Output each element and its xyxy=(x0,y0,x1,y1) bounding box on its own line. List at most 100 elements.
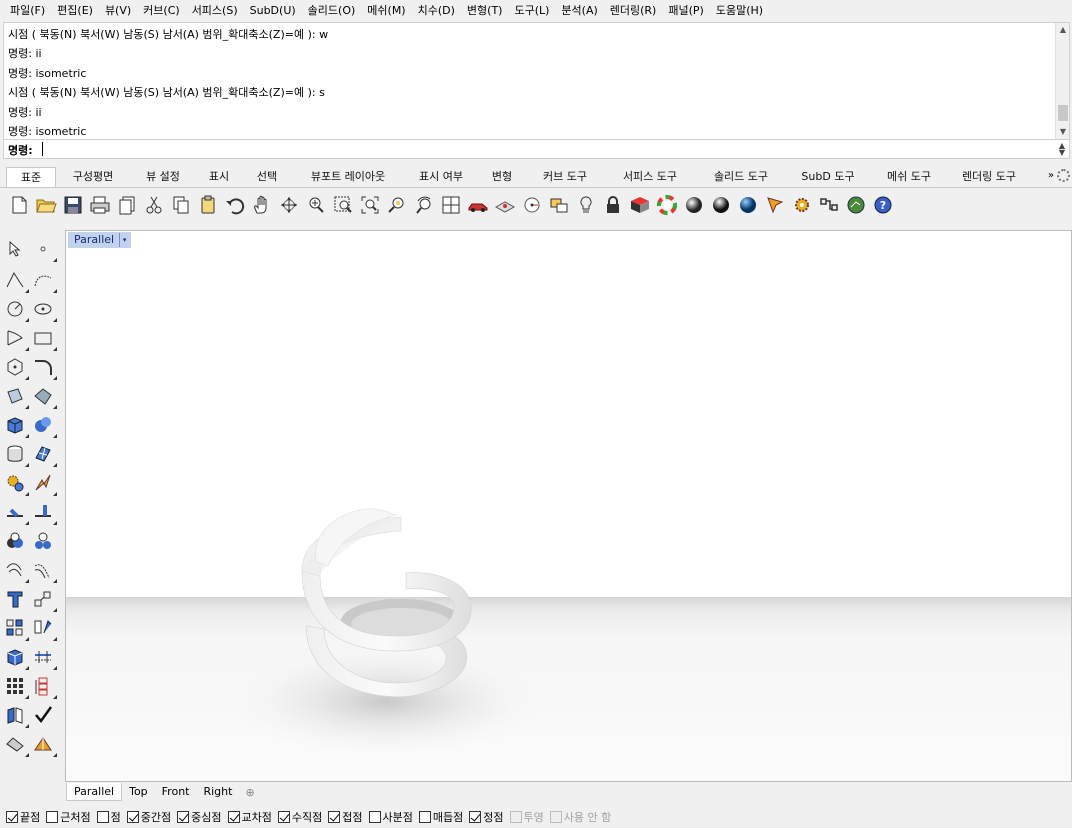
osnap-checkbox[interactable] xyxy=(368,811,381,823)
menu-file[interactable]: 파일(F) xyxy=(4,0,51,21)
grid-snap-icon[interactable] xyxy=(4,675,29,699)
help-icon[interactable]: ? xyxy=(872,194,894,216)
osnap-checkbox[interactable] xyxy=(227,811,240,823)
curve-icon[interactable] xyxy=(32,269,57,293)
osnap-checkbox[interactable] xyxy=(96,811,109,823)
tab-transform[interactable]: 변형 xyxy=(478,167,526,187)
lock-icon[interactable] xyxy=(602,194,624,216)
explode-icon[interactable] xyxy=(32,472,57,496)
ellipse-icon[interactable] xyxy=(32,298,57,322)
tab-solid-tools[interactable]: 솔리드 도구 xyxy=(696,167,786,187)
osnap-checkbox[interactable] xyxy=(328,811,341,823)
add-viewtab-icon[interactable]: ⊕ xyxy=(239,786,254,799)
spiral-model[interactable] xyxy=(66,231,1072,782)
zoom-window-icon[interactable] xyxy=(332,194,354,216)
color-wheel-icon[interactable] xyxy=(656,194,678,216)
command-line[interactable]: 명령: ▲ ▼ xyxy=(3,139,1070,159)
gear-icon[interactable] xyxy=(4,472,29,496)
osnap-near[interactable]: 근처점 xyxy=(46,809,91,825)
osnap-checkbox[interactable] xyxy=(177,811,190,823)
globe-icon[interactable] xyxy=(845,194,867,216)
rendered-sphere-icon[interactable] xyxy=(710,194,732,216)
menu-view[interactable]: 뷰(V) xyxy=(99,0,137,21)
menu-solid[interactable]: 솔리드(O) xyxy=(302,0,362,21)
tab-curve-tools[interactable]: 커브 도구 xyxy=(526,167,604,187)
car-icon[interactable] xyxy=(467,194,489,216)
viewtab-right[interactable]: Right xyxy=(196,783,239,801)
point-icon[interactable] xyxy=(32,238,57,262)
osnap-end[interactable]: 끝점 xyxy=(6,809,40,825)
menu-panels[interactable]: 패널(P) xyxy=(662,0,709,21)
mirror-icon[interactable] xyxy=(32,617,57,641)
osnap-checkbox[interactable] xyxy=(46,811,59,823)
circle-icon[interactable] xyxy=(4,298,29,322)
shaded-sphere-icon[interactable] xyxy=(683,194,705,216)
boolean-union-icon[interactable] xyxy=(4,530,26,552)
options-gear-icon[interactable] xyxy=(791,194,813,216)
polyline-icon[interactable] xyxy=(4,269,29,293)
osnap-point[interactable]: 점 xyxy=(96,809,121,825)
text-icon[interactable] xyxy=(4,588,26,610)
transform-icon[interactable] xyxy=(4,704,29,728)
osnap-tangent[interactable]: 접점 xyxy=(328,809,363,825)
menu-surface[interactable]: 서피스(S) xyxy=(186,0,244,21)
polygon-icon[interactable] xyxy=(4,356,29,380)
render-icon[interactable] xyxy=(764,194,786,216)
viewtab-parallel[interactable]: Parallel xyxy=(66,783,123,801)
copy-icon[interactable] xyxy=(170,194,192,216)
command-history-scrollbar[interactable]: ▲ ▼ xyxy=(1055,23,1069,139)
osnap-quadrant[interactable]: 사분점 xyxy=(368,809,413,825)
osnap-checkbox[interactable] xyxy=(469,811,482,823)
check-icon[interactable] xyxy=(32,704,54,726)
tab-visibility[interactable]: 표시 여부 xyxy=(404,167,478,187)
tab-subd-tools[interactable]: SubD 도구 xyxy=(786,167,870,187)
scroll-thumb[interactable] xyxy=(1058,105,1068,121)
four-viewports-icon[interactable] xyxy=(440,194,462,216)
osnap-mid[interactable]: 중간점 xyxy=(126,809,171,825)
menu-curve[interactable]: 커브(C) xyxy=(137,0,186,21)
osnap-checkbox[interactable] xyxy=(277,811,290,823)
paint-icon[interactable] xyxy=(4,733,29,757)
viewport-parallel[interactable]: Parallel ▾ xyxy=(65,230,1072,782)
named-view-icon[interactable] xyxy=(521,194,543,216)
menu-dimension[interactable]: 치수(D) xyxy=(412,0,461,21)
layers-icon[interactable] xyxy=(548,194,570,216)
new-icon[interactable] xyxy=(8,194,30,216)
tab-surface-tools[interactable]: 서피스 도구 xyxy=(604,167,696,187)
scroll-down-icon[interactable]: ▼ xyxy=(1056,125,1070,139)
blend-icon[interactable] xyxy=(32,559,57,583)
viewport-menu-dropdown-icon[interactable]: ▾ xyxy=(119,233,129,247)
tabs-gear-icon[interactable] xyxy=(1057,169,1070,182)
rectangle-icon[interactable] xyxy=(32,327,57,351)
save-icon[interactable] xyxy=(62,194,84,216)
viewtab-top[interactable]: Top xyxy=(122,783,155,801)
tab-render-tools[interactable]: 렌더링 도구 xyxy=(948,167,1030,187)
osnap-intersection[interactable]: 교차점 xyxy=(227,809,272,825)
scroll-up-icon[interactable]: ▲ xyxy=(1056,23,1070,37)
menu-help[interactable]: 도움말(H) xyxy=(710,0,769,21)
boolean-split-icon[interactable] xyxy=(32,530,54,552)
osnap-perpendicular[interactable]: 수직점 xyxy=(277,809,322,825)
sphere-icon[interactable] xyxy=(32,414,57,438)
trim-icon[interactable] xyxy=(32,501,57,525)
array-icon[interactable] xyxy=(4,617,29,641)
cylinder-icon[interactable] xyxy=(4,443,29,467)
arc-icon[interactable] xyxy=(4,327,29,351)
zoom-dynamic-icon[interactable] xyxy=(305,194,327,216)
osnap-checkbox[interactable] xyxy=(509,811,522,823)
pan-icon[interactable] xyxy=(251,194,273,216)
menu-subd[interactable]: SubD(U) xyxy=(244,0,302,21)
tab-display[interactable]: 표시 xyxy=(196,167,242,187)
paste-icon[interactable] xyxy=(197,194,219,216)
osnap-vertex[interactable]: 정점 xyxy=(469,809,504,825)
menu-analyze[interactable]: 분석(A) xyxy=(555,0,603,21)
open-icon[interactable] xyxy=(35,194,57,216)
box-icon[interactable] xyxy=(4,414,29,438)
tab-set-view[interactable]: 뷰 설정 xyxy=(130,167,196,187)
surface-icon[interactable] xyxy=(4,385,29,409)
zoom-selected-icon[interactable] xyxy=(386,194,408,216)
construction-plane-icon[interactable] xyxy=(494,194,516,216)
split-icon[interactable] xyxy=(4,501,29,525)
osnap-disable[interactable]: 사용 안 함 xyxy=(549,809,611,825)
blue-sphere-icon[interactable] xyxy=(737,194,759,216)
